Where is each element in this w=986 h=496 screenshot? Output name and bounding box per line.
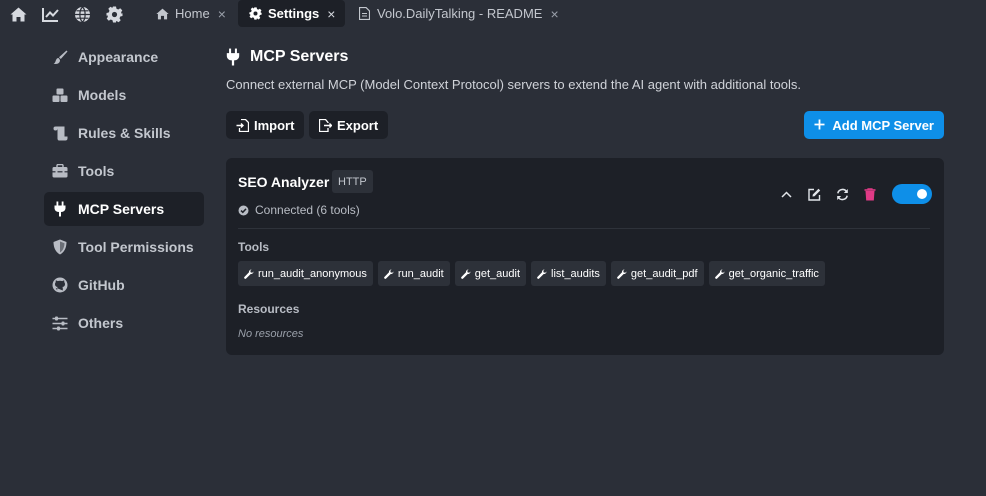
check-circle-icon bbox=[238, 205, 249, 216]
sidebar-item-tool-permissions[interactable]: Tool Permissions bbox=[44, 230, 204, 264]
page-title-text: MCP Servers bbox=[250, 48, 349, 65]
chart-line-icon[interactable] bbox=[40, 4, 60, 24]
tool-name: get_audit bbox=[474, 267, 520, 280]
export-label: Export bbox=[337, 117, 379, 133]
home-icon bbox=[155, 7, 169, 21]
import-button[interactable]: Import bbox=[226, 111, 305, 139]
gear-icon[interactable] bbox=[104, 4, 124, 24]
wrench-icon bbox=[460, 269, 471, 279]
refresh-button[interactable] bbox=[832, 184, 852, 204]
tools-section-label: Tools bbox=[238, 240, 270, 254]
wrench-icon bbox=[244, 269, 254, 279]
sidebar-item-rules-skills[interactable]: Rules & Skills bbox=[44, 116, 204, 150]
plug-icon bbox=[52, 201, 68, 217]
import-icon bbox=[236, 118, 249, 132]
settings-sidebar: Appearance Models Rules & Skills Tools M… bbox=[44, 40, 204, 344]
tool-name: get_audit_pdf bbox=[630, 267, 698, 280]
close-icon[interactable]: × bbox=[327, 7, 335, 21]
edit-icon bbox=[807, 188, 820, 201]
file-icon bbox=[357, 7, 371, 21]
delete-button[interactable] bbox=[860, 184, 880, 204]
tab-label: Volo.DailyTalking - README bbox=[377, 6, 543, 21]
import-label: Import bbox=[254, 117, 295, 133]
edit-button[interactable] bbox=[804, 184, 824, 204]
refresh-icon bbox=[836, 188, 848, 200]
tool-name: run_audit_anonymous bbox=[258, 267, 367, 280]
export-icon bbox=[319, 118, 332, 132]
tool-chip[interactable]: get_organic_traffic bbox=[708, 261, 825, 286]
tool-chip[interactable]: get_audit bbox=[454, 261, 526, 286]
sidebar-item-label: Tool Permissions bbox=[78, 239, 194, 255]
server-actions bbox=[768, 184, 932, 204]
transport-badge: HTTP bbox=[332, 170, 373, 193]
mcp-server-card: SEO Analyzer HTTP Connected (6 tools) To… bbox=[226, 158, 944, 355]
toggle-knob bbox=[917, 189, 927, 199]
plug-icon bbox=[226, 48, 242, 66]
brush-icon bbox=[52, 49, 68, 65]
action-bar: Import Export Add MCP Server bbox=[226, 111, 944, 139]
card-divider bbox=[238, 228, 930, 229]
sidebar-item-appearance[interactable]: Appearance bbox=[44, 40, 204, 74]
collapse-button[interactable] bbox=[776, 184, 796, 204]
wrench-icon bbox=[537, 269, 547, 279]
status-text: Connected (6 tools) bbox=[255, 203, 360, 217]
page-title: MCP Servers bbox=[226, 40, 944, 74]
scroll-icon bbox=[52, 125, 68, 141]
toolbox-icon bbox=[52, 163, 68, 179]
shield-icon bbox=[52, 239, 68, 255]
trash-icon bbox=[864, 187, 876, 200]
no-resources-text: No resources bbox=[238, 328, 304, 340]
sliders-icon bbox=[52, 315, 68, 331]
sidebar-item-tools[interactable]: Tools bbox=[44, 154, 204, 188]
globe-icon[interactable] bbox=[72, 4, 92, 24]
resources-section-label: Resources bbox=[238, 302, 300, 316]
server-name: SEO Analyzer bbox=[238, 174, 330, 190]
server-header: SEO Analyzer HTTP Connected (6 tools) bbox=[238, 170, 932, 230]
add-mcp-server-button[interactable]: Add MCP Server bbox=[804, 111, 944, 139]
sidebar-item-others[interactable]: Others bbox=[44, 306, 204, 340]
sidebar-item-mcp-servers[interactable]: MCP Servers bbox=[44, 192, 204, 226]
tab-label: Settings bbox=[268, 6, 320, 21]
sidebar-item-github[interactable]: GitHub bbox=[44, 268, 204, 302]
sidebar-item-label: Appearance bbox=[78, 49, 159, 65]
tool-name: list_audits bbox=[551, 267, 600, 280]
server-enabled-toggle[interactable] bbox=[892, 184, 932, 204]
tool-chip[interactable]: list_audits bbox=[531, 261, 606, 286]
export-button[interactable]: Export bbox=[309, 111, 389, 139]
sidebar-item-label: Models bbox=[78, 87, 127, 103]
tab-readme[interactable]: Volo.DailyTalking - README × bbox=[357, 0, 559, 27]
tool-chip[interactable]: get_audit_pdf bbox=[610, 261, 704, 286]
chevron-up-icon bbox=[780, 190, 792, 198]
tool-chip[interactable]: run_audit_anonymous bbox=[238, 261, 373, 286]
home-icon[interactable] bbox=[8, 4, 28, 24]
plus-icon bbox=[814, 119, 827, 132]
tool-chip[interactable]: run_audit bbox=[377, 261, 450, 286]
sidebar-item-label: Tools bbox=[78, 163, 115, 179]
sidebar-item-models[interactable]: Models bbox=[44, 78, 204, 112]
github-icon bbox=[52, 277, 68, 293]
gear-icon bbox=[248, 7, 262, 21]
sidebar-item-label: GitHub bbox=[78, 277, 125, 293]
tab-settings[interactable]: Settings × bbox=[238, 0, 346, 27]
main-content: MCP Servers Connect external MCP (Model … bbox=[226, 40, 944, 139]
tool-name: run_audit bbox=[397, 267, 444, 280]
tools-list: run_audit_anonymous run_audit get_audit … bbox=[238, 261, 830, 286]
wrench-icon bbox=[383, 269, 394, 279]
wrench-icon bbox=[617, 269, 627, 279]
sidebar-item-label: MCP Servers bbox=[78, 201, 165, 217]
add-mcp-server-label: Add MCP Server bbox=[832, 117, 934, 133]
cubes-icon bbox=[52, 87, 68, 103]
connection-status: Connected (6 tools) bbox=[238, 203, 360, 217]
tool-name: get_organic_traffic bbox=[728, 267, 819, 280]
sidebar-item-label: Rules & Skills bbox=[78, 125, 171, 141]
tab-label: Home bbox=[175, 6, 210, 21]
sidebar-item-label: Others bbox=[78, 315, 124, 331]
top-bar: Home × Settings × Volo.DailyTalking - RE… bbox=[0, 0, 986, 27]
close-icon[interactable]: × bbox=[550, 7, 558, 21]
wrench-icon bbox=[714, 269, 725, 279]
page-description: Connect external MCP (Model Context Prot… bbox=[226, 77, 801, 92]
tab-home[interactable]: Home × bbox=[155, 0, 226, 27]
close-icon[interactable]: × bbox=[218, 7, 226, 21]
